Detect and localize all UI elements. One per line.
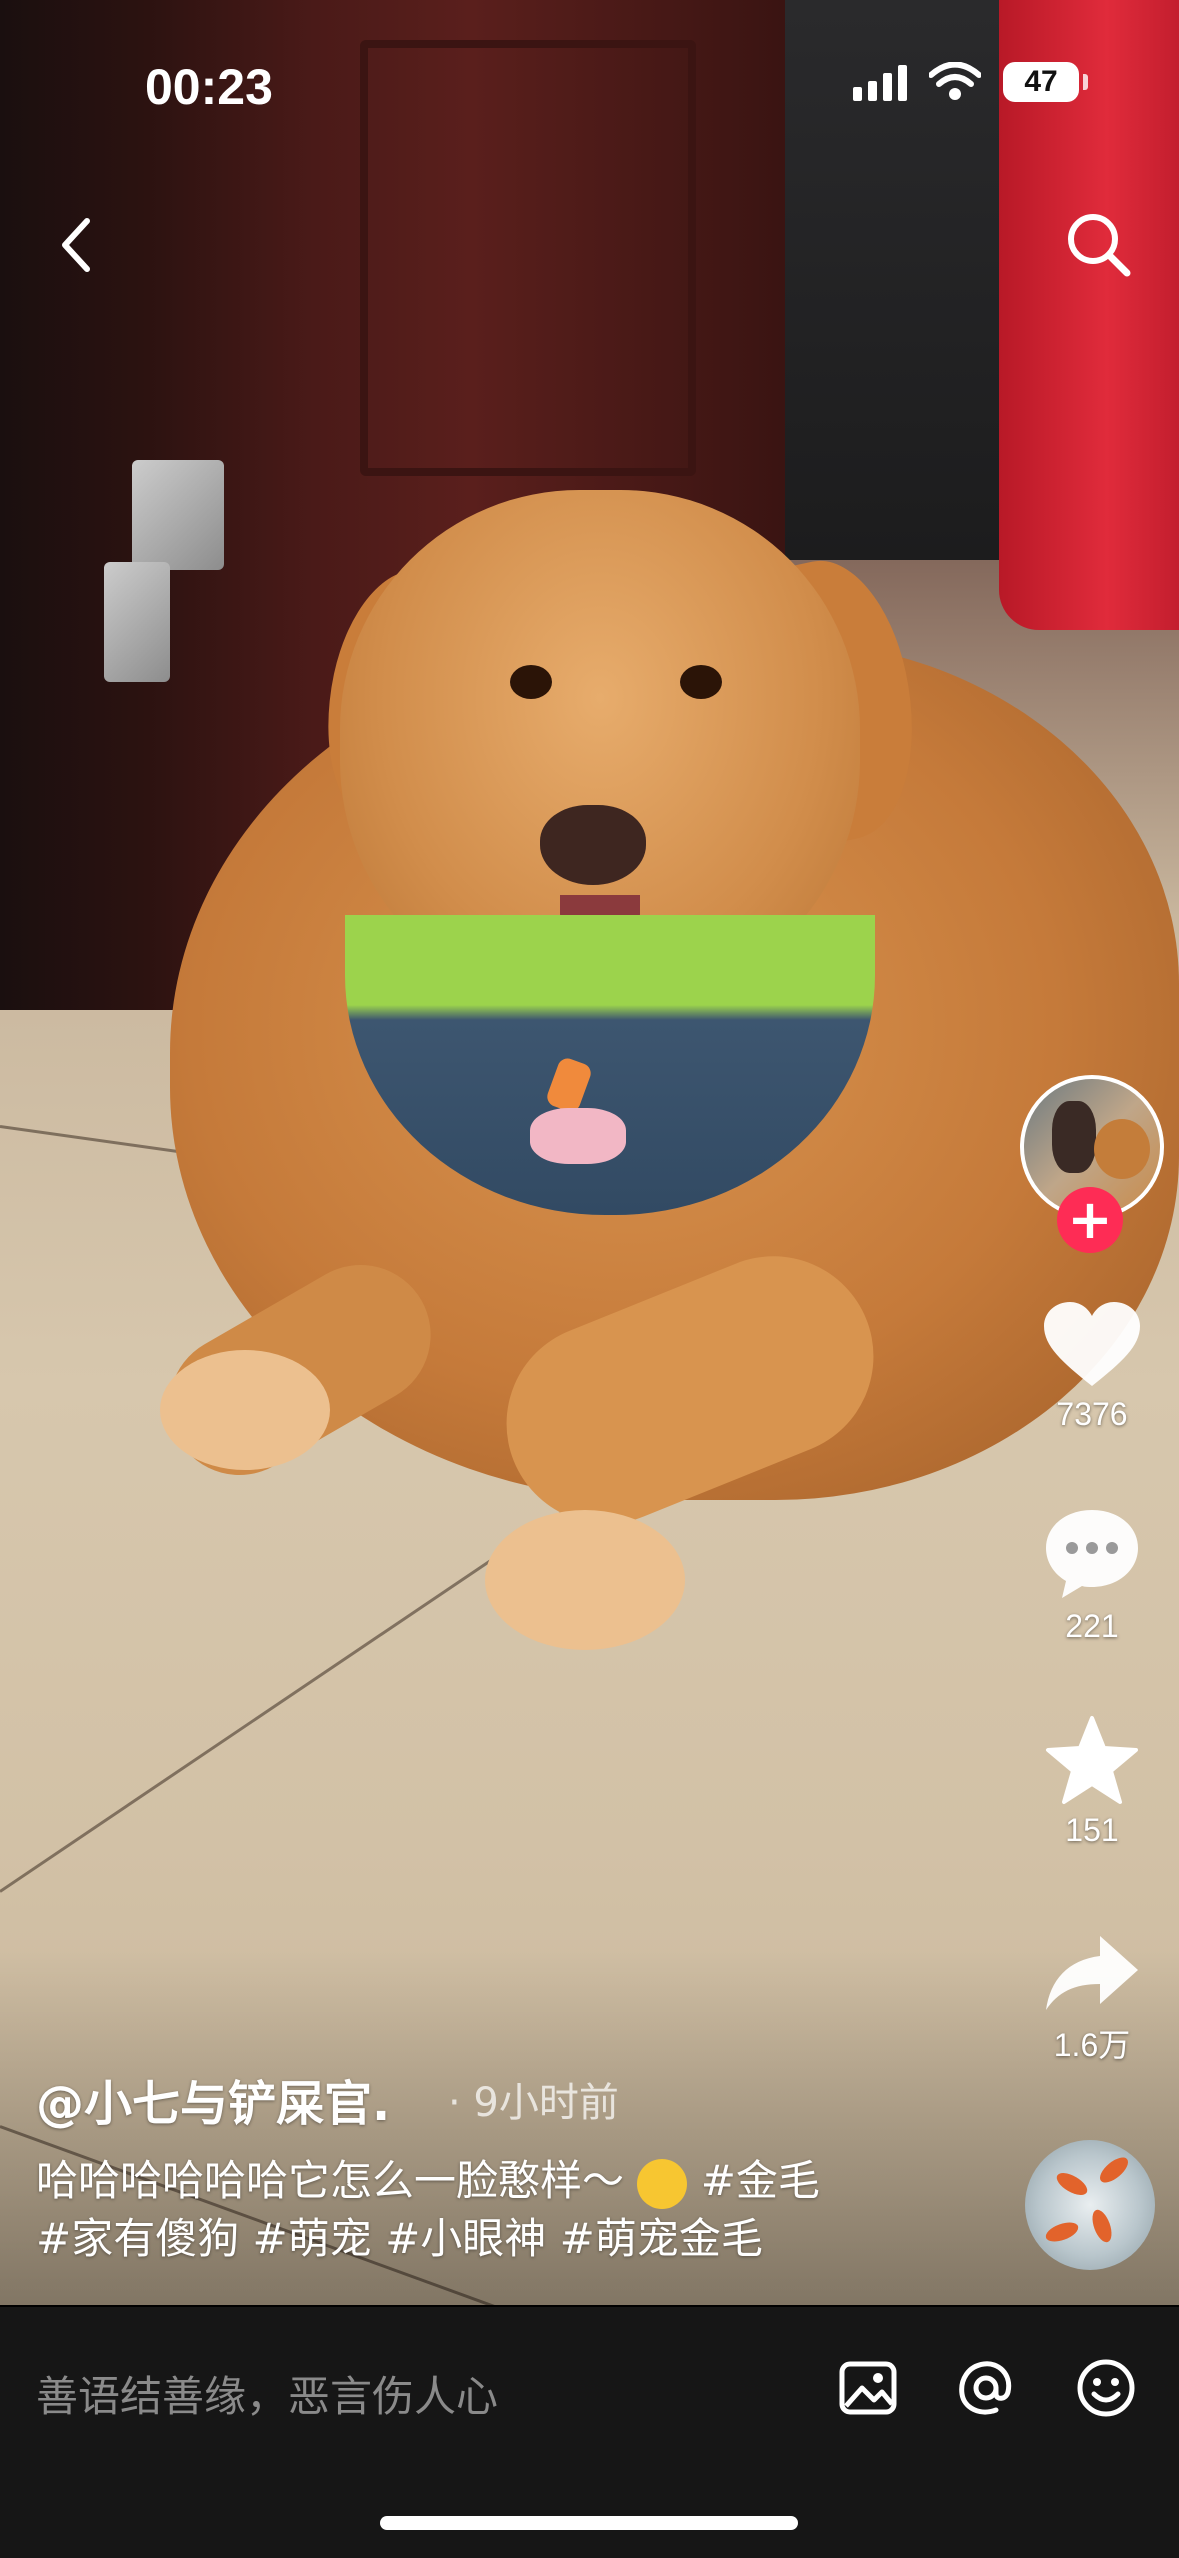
hashtag-golden-retriever[interactable]: #金毛 <box>701 2156 820 2205</box>
share-arrow-icon <box>1046 1936 1138 2010</box>
favorite-count: 151 <box>1065 1812 1119 1848</box>
follow-button[interactable]: + <box>1057 1187 1123 1253</box>
like-button[interactable]: 7376 <box>1030 1300 1154 1433</box>
mention-icon[interactable] <box>954 2356 1018 2420</box>
comment-count: 221 <box>1065 1608 1119 1644</box>
emoji-icon[interactable] <box>1074 2356 1138 2420</box>
post-time: · 9小时前 <box>448 2080 619 2126</box>
share-button[interactable]: 1.6万 <box>1030 1932 1154 2066</box>
favorite-button[interactable]: 151 <box>1030 1714 1154 1849</box>
dog-nose <box>540 805 646 885</box>
share-count: 1.6万 <box>1053 2027 1131 2063</box>
video-player[interactable] <box>0 0 1179 2305</box>
cellular-signal-icon <box>853 63 907 101</box>
post-caption: 哈哈哈哈哈哈它怎么一脸憨样～ #金毛 #家有傻狗 #萌宠 #小眼神 #萌宠金毛 <box>36 2152 936 2268</box>
rofl-emoji-icon <box>637 2158 688 2209</box>
comment-button[interactable]: 221 <box>1030 1506 1154 1645</box>
back-button[interactable] <box>45 205 105 285</box>
wifi-icon <box>929 62 981 100</box>
image-icon[interactable] <box>836 2356 900 2420</box>
status-icons: 47 <box>853 62 1088 102</box>
home-indicator[interactable] <box>380 2516 798 2530</box>
author-name[interactable]: @小七与铲屎官. <box>36 2064 390 2134</box>
caption-text: 哈哈哈哈哈哈它怎么一脸憨样～ <box>36 2156 625 2205</box>
search-button[interactable] <box>1059 205 1139 285</box>
hashtags-line[interactable]: #家有傻狗 #萌宠 #小眼神 #萌宠金毛 <box>36 2214 763 2263</box>
comment-bubble-icon <box>1046 1510 1138 1598</box>
chevron-left-icon <box>62 218 90 272</box>
search-icon <box>1068 214 1131 277</box>
comment-input[interactable]: 善语结善缘，恶言伤人心 <box>36 2363 498 2424</box>
battery-indicator: 47 <box>1003 62 1088 102</box>
status-time: 00:23 <box>145 59 273 115</box>
star-icon <box>1046 1716 1138 1804</box>
battery-level: 47 <box>1024 65 1058 98</box>
music-disc[interactable] <box>1025 2140 1155 2270</box>
like-count: 7376 <box>1056 1396 1128 1432</box>
heart-icon <box>1044 1302 1140 1386</box>
